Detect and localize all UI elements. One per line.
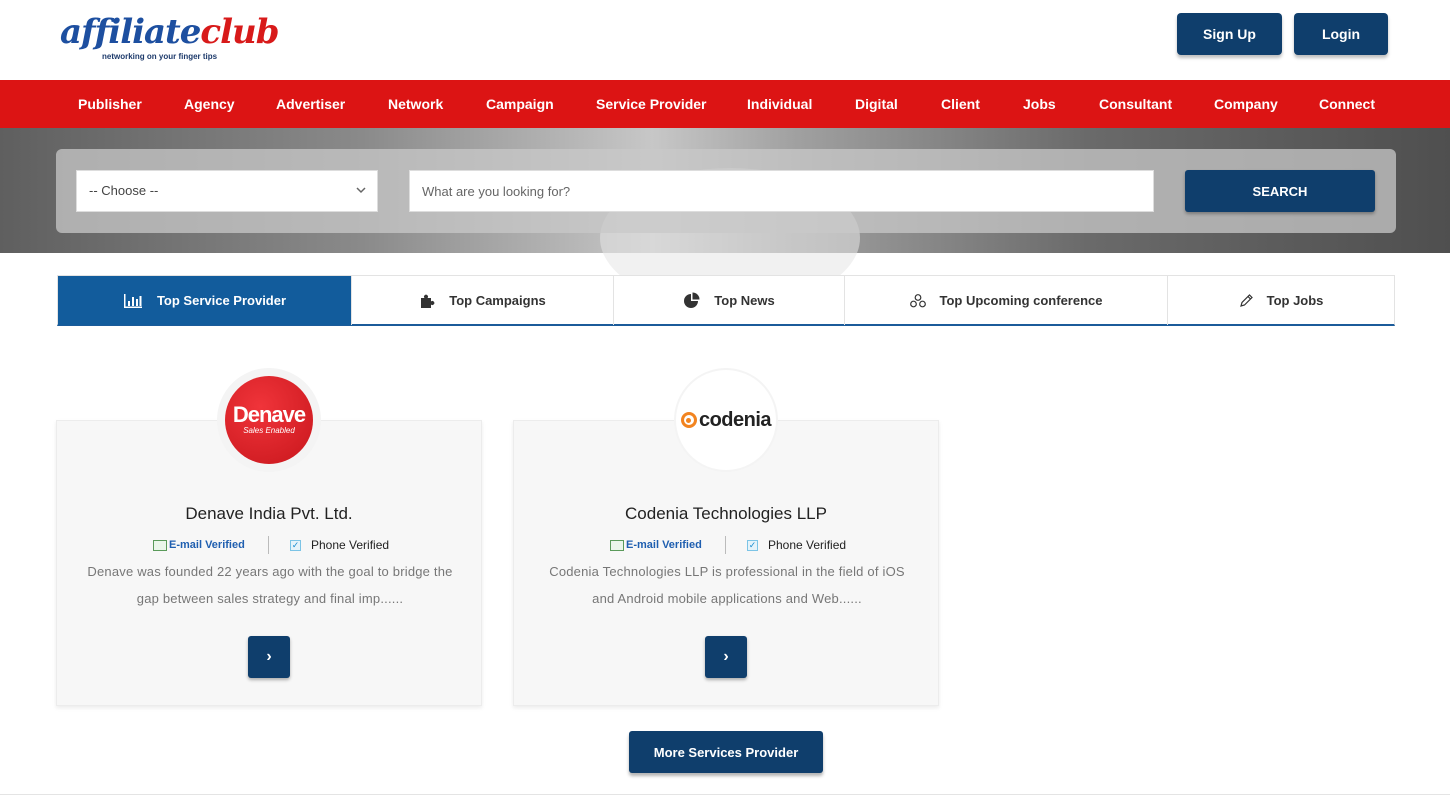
nav-item-publisher[interactable]: Publisher [78,80,142,128]
site-header: affiliateclub networking on your finger … [0,0,1450,80]
content-tabs: Top Service Provider Top Campaigns Top N… [57,275,1395,326]
category-select-value: -- Choose -- [89,183,159,198]
nav-item-client[interactable]: Client [941,80,980,128]
description-line: Denave was founded 22 years ago with the… [87,564,453,579]
nav-item-company[interactable]: Company [1214,80,1278,128]
puzzle-icon [419,293,435,309]
provider-description: Codenia Technologies LLP is professional… [529,558,925,612]
tab-top-news[interactable]: Top News [614,276,845,325]
provider-logo[interactable]: codenia [674,368,778,472]
login-button[interactable]: Login [1294,13,1388,55]
phone-verified-label: Phone Verified [768,538,847,552]
pie-chart-icon [683,292,700,309]
nav-item-service-provider[interactable]: Service Provider [596,80,707,128]
envelope-icon [610,539,624,551]
tab-top-jobs[interactable]: Top Jobs [1168,276,1394,325]
nav-item-consultant[interactable]: Consultant [1099,80,1172,128]
tab-label: Top Campaigns [449,293,546,308]
hero-banner: -- Choose -- SEARCH [0,128,1450,308]
codenia-logo: codenia [676,370,776,470]
nav-item-campaign[interactable]: Campaign [486,80,554,128]
tab-label: Top Service Provider [156,293,287,308]
envelope-icon [153,539,167,551]
provider-name[interactable]: Codenia Technologies LLP [514,504,938,524]
tab-label: Top Upcoming conference [939,293,1103,308]
phone-verified-badge: ✓ Phone Verified [290,536,389,554]
checkbox-check-icon: ✓ [747,539,758,551]
more-services-provider-button[interactable]: More Services Provider [629,731,823,773]
checkbox-check-icon: ✓ [290,539,301,551]
view-provider-button[interactable]: › [705,636,747,678]
nav-item-network[interactable]: Network [388,80,443,128]
description-line: and Android mobile applications and Web.… [592,591,862,606]
nav-item-jobs[interactable]: Jobs [1023,80,1056,128]
description-line: Codenia Technologies LLP is professional… [549,564,905,579]
phone-verified-badge: ✓ Phone Verified [747,536,846,554]
codenia-ring-icon [680,412,697,428]
bar-chart-icon [123,293,143,309]
email-verified-label: E-mail Verified [626,539,702,551]
search-panel: -- Choose -- SEARCH [56,149,1396,233]
provider-name[interactable]: Denave India Pvt. Ltd. [57,504,481,524]
logo-text: Denave [232,402,306,427]
nav-item-connect[interactable]: Connect [1319,80,1375,128]
logo-subtext: Sales Enabled [243,426,295,435]
nav-item-advertiser[interactable]: Advertiser [276,80,345,128]
provider-description: Denave was founded 22 years ago with the… [72,558,468,612]
tab-label: Top Jobs [1266,293,1324,308]
logo-part-affiliate: affiliate [60,12,201,52]
email-verified-badge: E-mail Verified [153,536,245,554]
pencil-icon [1239,293,1253,308]
nav-item-individual[interactable]: Individual [747,80,812,128]
verification-row: E-mail Verified ✓ Phone Verified [514,536,938,556]
provider-logo[interactable]: Denave Sales Enabled [217,368,321,472]
logo-wordmark: affiliateclub [60,12,280,52]
category-select[interactable]: -- Choose -- [76,170,378,212]
description-line: gap between sales strategy and final imp… [136,591,404,606]
logo-text: codenia [698,408,772,431]
tab-label: Top News [714,293,775,308]
main-nav: Publisher Agency Advertiser Network Camp… [0,80,1450,128]
denave-logo: Denave Sales Enabled [225,376,313,464]
verification-row: E-mail Verified ✓ Phone Verified [57,536,481,556]
signup-button[interactable]: Sign Up [1177,13,1282,55]
divider [268,536,269,554]
phone-verified-label: Phone Verified [311,538,390,552]
group-icon [909,293,926,308]
tab-top-upcoming-conference[interactable]: Top Upcoming conference [845,276,1168,325]
chevron-right-icon: › [723,648,729,665]
email-verified-label: E-mail Verified [169,539,245,551]
chevron-down-icon [355,171,367,227]
nav-item-digital[interactable]: Digital [855,80,898,128]
logo-tagline: networking on your finger tips [102,52,218,61]
divider [725,536,726,554]
search-button[interactable]: SEARCH [1185,170,1375,212]
view-provider-button[interactable]: › [248,636,290,678]
tab-top-campaigns[interactable]: Top Campaigns [352,276,614,325]
divider [0,794,1450,795]
tab-top-service-provider[interactable]: Top Service Provider [58,276,352,325]
nav-item-agency[interactable]: Agency [184,80,235,128]
email-verified-badge: E-mail Verified [610,536,702,554]
site-logo[interactable]: affiliateclub networking on your finger … [60,12,280,68]
logo-part-club: club [200,12,279,52]
chevron-right-icon: › [266,648,272,665]
search-input[interactable] [409,170,1154,212]
